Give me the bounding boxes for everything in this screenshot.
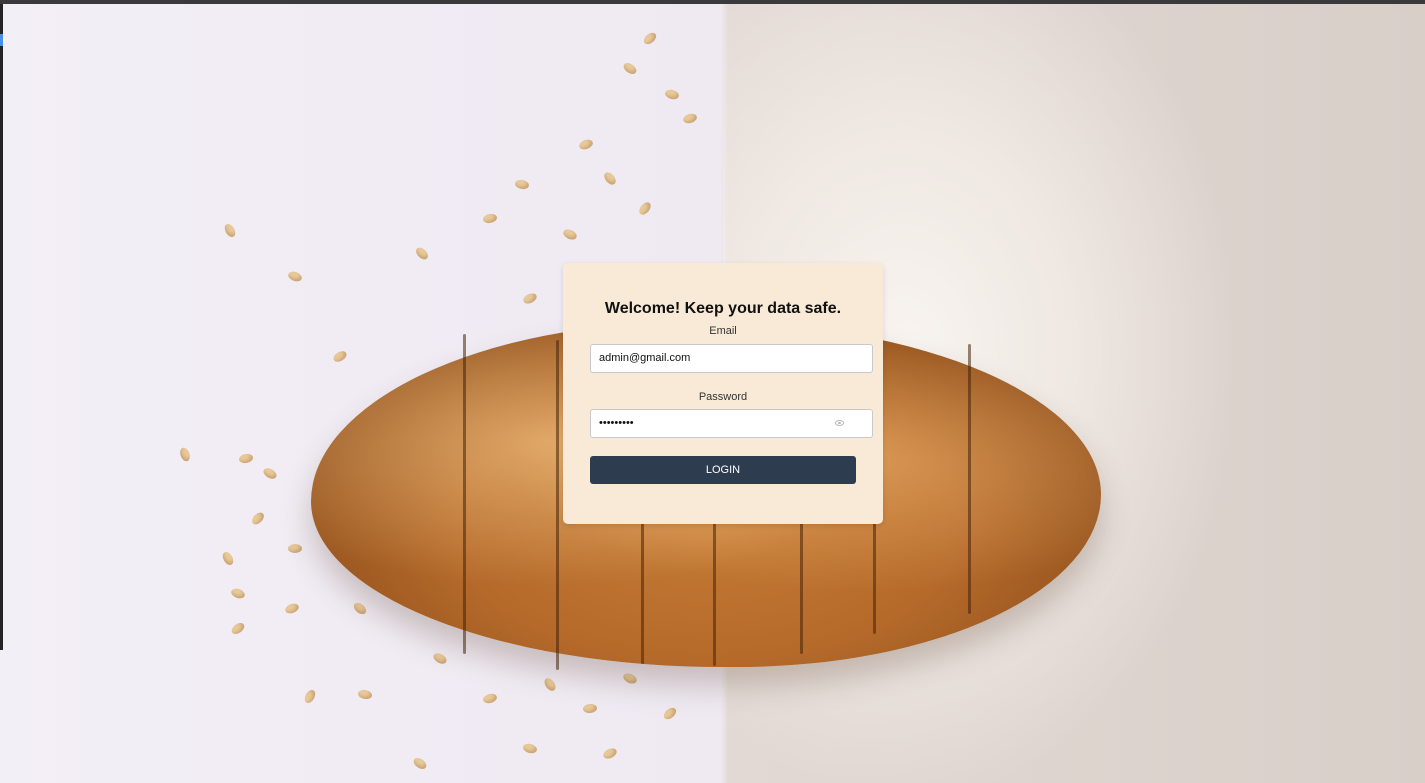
oat-flake xyxy=(621,60,639,77)
oat-flake xyxy=(542,676,558,693)
oat-flake xyxy=(413,245,431,262)
oat-flake xyxy=(582,703,598,714)
oat-flake xyxy=(602,170,618,187)
oat-flake xyxy=(577,137,595,152)
oat-flake xyxy=(514,178,530,191)
bread-slice-cut xyxy=(463,334,466,654)
oat-flake xyxy=(621,671,639,686)
oat-flake xyxy=(286,269,304,284)
oat-flake xyxy=(637,200,653,217)
eye-icon[interactable] xyxy=(835,420,844,426)
oat-flake xyxy=(411,755,429,772)
oat-flake xyxy=(482,212,498,225)
email-value: admin@gmail.com xyxy=(599,352,691,364)
password-field[interactable]: ••••••••• xyxy=(590,409,873,438)
login-card: Welcome! Keep your data safe. Email admi… xyxy=(563,263,883,524)
oat-flake xyxy=(661,705,679,722)
oat-flake xyxy=(178,446,192,463)
oat-flake xyxy=(261,466,279,481)
bread-slice-cut xyxy=(556,340,559,670)
oat-flake xyxy=(357,688,373,701)
oat-flake xyxy=(601,746,619,761)
oat-flake xyxy=(249,510,267,527)
email-field[interactable]: admin@gmail.com xyxy=(590,344,873,373)
oat-flake xyxy=(238,452,254,465)
oat-flake xyxy=(283,601,301,616)
oat-flake xyxy=(521,291,539,306)
oat-flake xyxy=(664,88,680,101)
oat-flake xyxy=(302,688,318,705)
oat-flake xyxy=(222,222,238,239)
oat-flake xyxy=(431,651,449,666)
oat-flake xyxy=(522,742,538,755)
oat-flake xyxy=(682,112,698,125)
oat-flake xyxy=(482,692,498,705)
oat-flake xyxy=(229,586,247,601)
oat-flake xyxy=(331,349,349,364)
login-button[interactable]: LOGIN xyxy=(590,456,856,484)
oat-flake xyxy=(561,227,579,242)
bread-slice-cut xyxy=(968,344,971,614)
oat-flake xyxy=(288,544,302,553)
login-title: Welcome! Keep your data safe. xyxy=(604,300,842,317)
email-label: Email xyxy=(709,325,737,337)
password-label: Password xyxy=(698,391,748,403)
oat-flake xyxy=(641,30,659,47)
oat-flake xyxy=(220,550,236,567)
oat-flake xyxy=(229,620,247,637)
oat-flake xyxy=(351,600,369,617)
password-value: ••••••••• xyxy=(599,417,634,429)
